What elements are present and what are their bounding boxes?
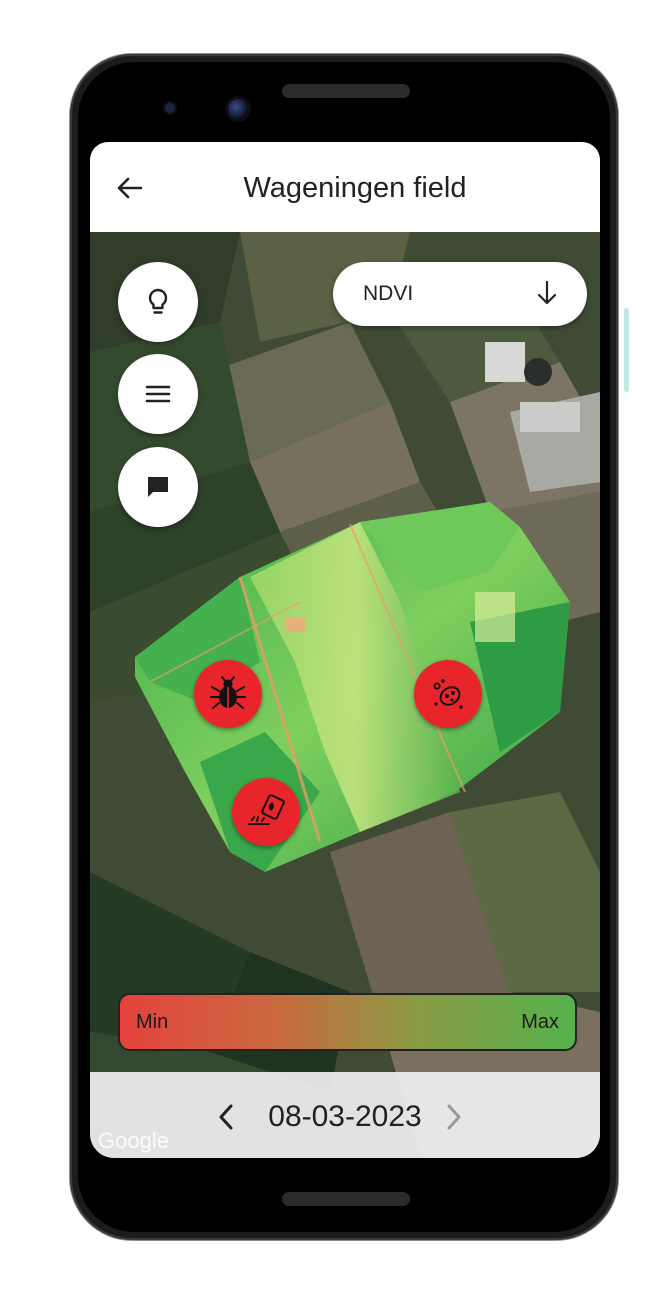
arrow-down-icon [537, 280, 557, 305]
front-camera [228, 99, 248, 119]
satellite-map[interactable]: NDVI Min Max 08-03-2023 Google [90, 232, 600, 1158]
bottom-speaker [282, 1192, 410, 1206]
app-header: Wageningen field [90, 142, 600, 232]
legend-max-label: Max [521, 1011, 559, 1033]
bug-icon [210, 676, 246, 709]
front-sensor [165, 103, 175, 113]
chevron-right-icon[interactable] [444, 1102, 464, 1132]
side-button [624, 308, 629, 392]
bacteria-icon [433, 679, 463, 709]
ndvi-legend: Min Max [118, 993, 577, 1051]
disease-marker[interactable] [414, 660, 482, 728]
app-screen: Wageningen field NDVI Min Max 08-03-2023… [90, 142, 600, 1158]
date-navigator: 08-03-2023 Google [90, 1072, 600, 1158]
menu-button[interactable] [118, 354, 198, 434]
pest-marker[interactable] [194, 660, 262, 728]
layer-dropdown-value: NDVI [363, 282, 414, 305]
chat-button[interactable] [118, 447, 198, 527]
menu-icon [145, 385, 171, 403]
earpiece-speaker [282, 84, 410, 98]
legend-min-label: Min [136, 1011, 169, 1033]
fertilizer-icon [248, 794, 285, 825]
layer-dropdown[interactable]: NDVI [333, 262, 587, 326]
page-title: Wageningen field [243, 172, 467, 204]
lightbulb-icon [148, 288, 168, 314]
fertilizer-marker[interactable] [232, 778, 300, 846]
chat-bubble-icon [148, 477, 168, 497]
lightbulb-button[interactable] [118, 262, 198, 342]
map-attribution: Google [98, 1128, 169, 1153]
